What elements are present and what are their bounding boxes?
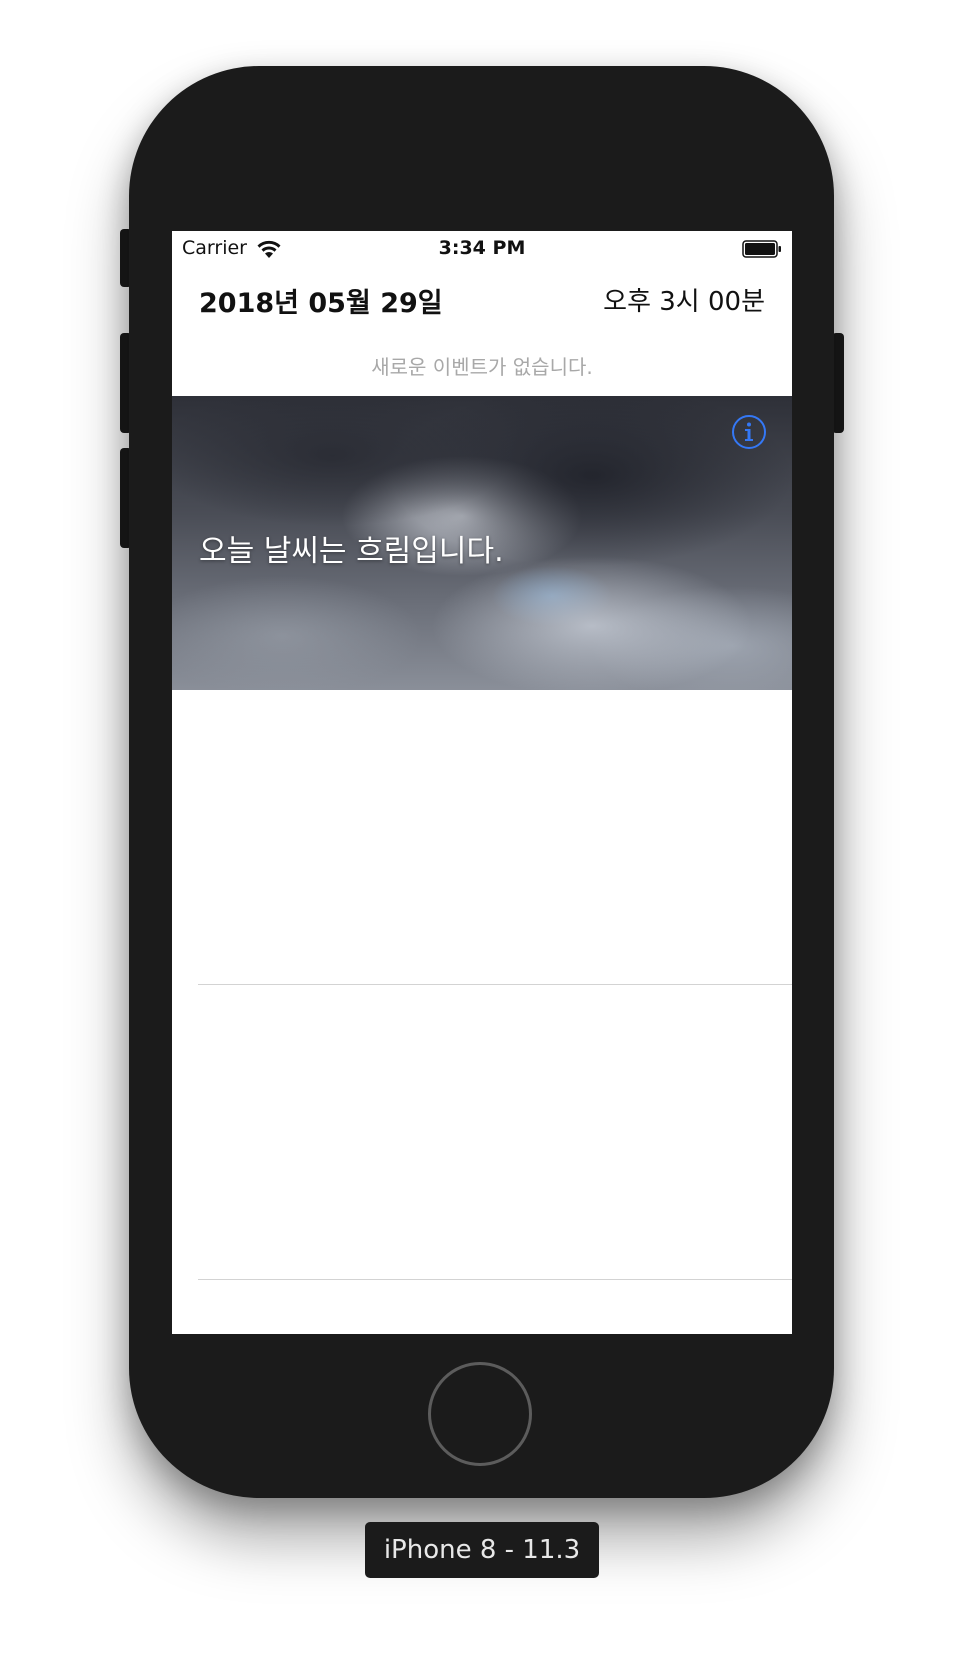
weather-message: 오늘 날씨는 흐림입니다. (199, 534, 504, 569)
home-button-icon[interactable] (428, 1362, 532, 1466)
battery-icon (742, 240, 782, 258)
app-screen: Carrier 3:34 PM 2018년 05월 29일 오후 3시 00분 (172, 231, 792, 1334)
weather-banner: 오늘 날씨는 흐림입니다. (172, 396, 792, 690)
date-label: 2018년 05월 29일 (199, 288, 443, 319)
no-events-message: 새로운 이벤트가 없습니다. (371, 355, 593, 379)
status-bar: Carrier 3:34 PM (172, 231, 792, 267)
time-label: 오후 3시 00분 (603, 287, 765, 317)
simulator-stage: Carrier 3:34 PM 2018년 05월 29일 오후 3시 00분 (0, 0, 962, 1660)
row-divider (198, 1279, 792, 1280)
table-row[interactable] (172, 690, 792, 984)
info-icon[interactable] (731, 414, 767, 450)
table-row[interactable] (172, 985, 792, 1279)
status-time: 3:34 PM (438, 237, 526, 259)
date-time-header: 2018년 05월 29일 오후 3시 00분 (172, 281, 792, 321)
device-label: iPhone 8 - 11.3 (365, 1522, 599, 1578)
